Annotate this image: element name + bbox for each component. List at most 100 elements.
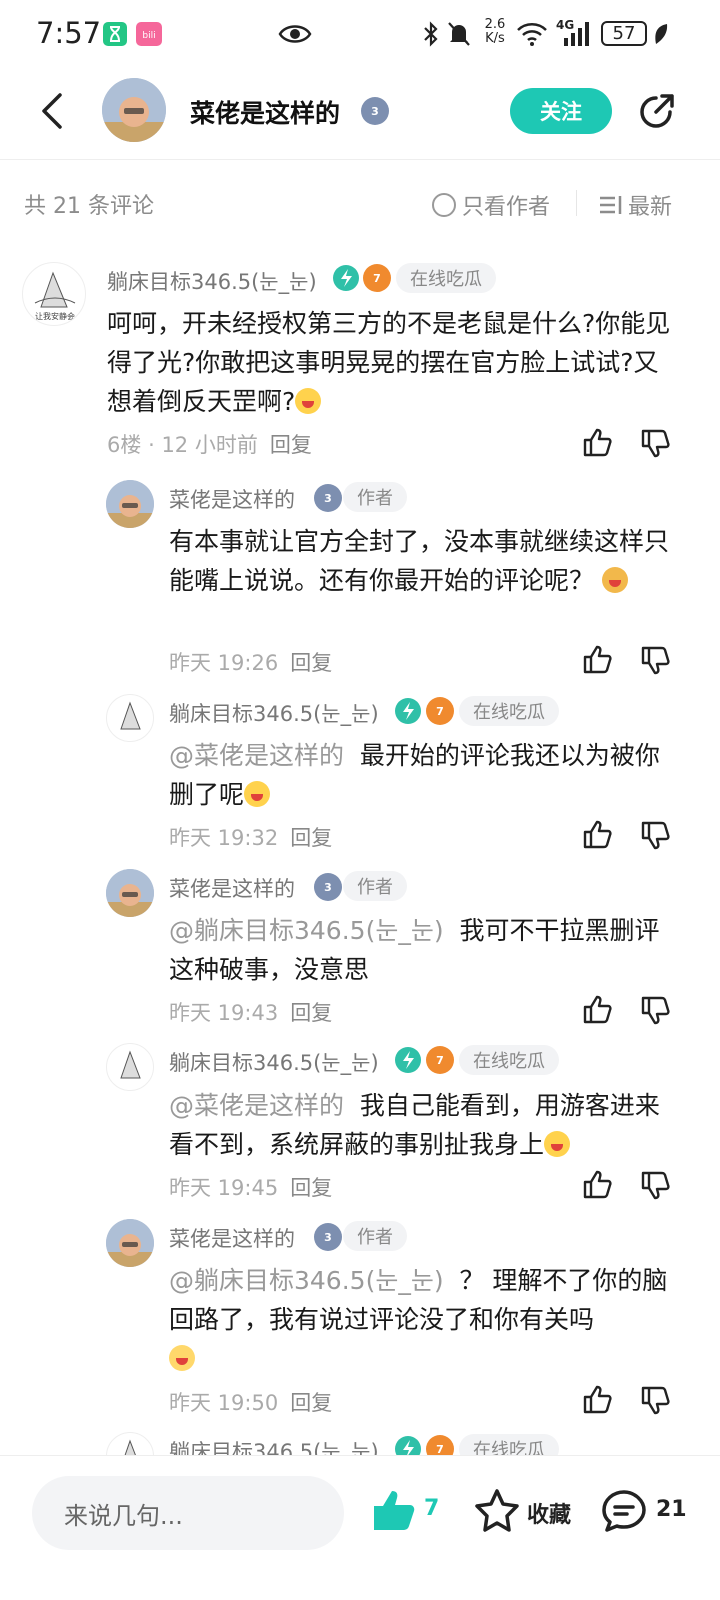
reply-avatar[interactable]: [106, 1219, 154, 1267]
leaf-icon: [655, 24, 668, 44]
like-icon[interactable]: [372, 1488, 418, 1532]
thumb-down-icon[interactable]: [640, 996, 672, 1026]
status-bar: 7:57 bili 2.6 K/s 4G 57: [0, 0, 720, 70]
status-time: 7:57: [36, 16, 102, 50]
bilibili-icon: bili: [136, 22, 162, 46]
reply-username[interactable]: 躺床目标346.5(눈_눈): [169, 1047, 379, 1077]
hourglass-icon: [103, 22, 127, 46]
level-badge: 7: [426, 1046, 454, 1074]
reply-meta: 昨天 19:45 回复: [169, 1176, 333, 1200]
level-badge: 7: [426, 697, 454, 725]
user-tag: 在线吃瓜: [459, 1045, 559, 1075]
lightning-badge-icon: [395, 1047, 421, 1073]
reply-button[interactable]: 回复: [290, 651, 332, 675]
user-tag: 在线吃瓜: [396, 263, 496, 293]
author-tag: 作者: [343, 871, 407, 901]
reply-text: @菜佬是这样的 最开始的评论我还以为被你删了呢: [169, 741, 660, 809]
bluetooth-icon: [424, 21, 438, 47]
reply-meta: 昨天 19:32 回复: [169, 826, 333, 850]
author-only-label: 只看作者: [462, 195, 551, 220]
comment-count-badge: 21: [656, 1497, 687, 1522]
author-tag: 作者: [343, 1221, 407, 1251]
mention-link[interactable]: @躺床目标346.5(눈_눈): [169, 916, 444, 945]
reply-text: 有本事就让官方全封了，没本事就继续这样只能嘴上说说。还有你最开始的评论呢？: [169, 527, 670, 595]
radio-icon: [432, 193, 456, 217]
favorite-label[interactable]: 收藏: [527, 1497, 571, 1529]
commenter-avatar[interactable]: 让我安静会: [22, 262, 86, 326]
sort-icon: [600, 196, 622, 214]
page-title: 菜佬是这样的: [190, 99, 341, 128]
reply-text: @菜佬是这样的 我自己能看到，用游客进来看不到，系统屏蔽的事别扯我身上: [169, 1091, 660, 1159]
thumb-down-icon[interactable]: [640, 429, 672, 459]
thumb-down-icon[interactable]: [640, 1386, 672, 1416]
star-icon[interactable]: [474, 1488, 520, 1532]
sort-label: 最新: [628, 195, 673, 220]
reply-button[interactable]: 回复: [290, 826, 332, 850]
sort-toggle[interactable]: 最新: [598, 189, 672, 221]
comment-text: 呵呵，开未经授权第三方的不是老鼠是什么?你能见得了光?你敢把这事明晃晃的摆在官方…: [107, 309, 671, 416]
thumb-up-icon[interactable]: [582, 994, 614, 1024]
level-badge: 3: [314, 873, 342, 901]
top-app-bar: 菜佬是这样的 3 关注: [0, 70, 720, 160]
level-badge: 7: [363, 264, 391, 292]
author-only-toggle[interactable]: 只看作者: [432, 189, 550, 221]
author-avatar[interactable]: [102, 78, 166, 142]
mention-link[interactable]: @菜佬是这样的: [169, 1091, 344, 1120]
thumb-up-icon[interactable]: [582, 1169, 614, 1199]
thumb-down-icon[interactable]: [640, 646, 672, 676]
comment-count: 共 21 条评论: [24, 194, 154, 219]
crying-emoji-icon: [169, 1345, 195, 1371]
reply-button[interactable]: 回复: [270, 433, 312, 457]
divider: [576, 190, 577, 216]
thumb-down-icon[interactable]: [640, 1171, 672, 1201]
share-icon[interactable]: [634, 90, 678, 134]
level-badge: 3: [314, 484, 342, 512]
eye-icon: [278, 25, 312, 43]
laughing-emoji-icon: [544, 1131, 571, 1157]
reply-button[interactable]: 回复: [290, 1391, 332, 1415]
reply-username[interactable]: 菜佬是这样的: [169, 873, 295, 903]
user-tag: 在线吃瓜: [459, 696, 559, 726]
reply-avatar[interactable]: [106, 694, 154, 742]
thumb-up-icon[interactable]: [582, 819, 614, 849]
lightning-badge-icon: [333, 265, 359, 291]
comment-input[interactable]: 来说几句...: [32, 1476, 344, 1550]
thumb-up-icon[interactable]: [582, 427, 614, 457]
comment-bubble-icon[interactable]: [600, 1488, 648, 1534]
level-badge: 3: [361, 97, 389, 125]
back-arrow-icon[interactable]: [38, 92, 66, 130]
rage-emoji-icon: [601, 567, 628, 593]
reply-username[interactable]: 菜佬是这样的: [169, 484, 295, 514]
thumb-up-icon[interactable]: [582, 644, 614, 674]
reply-meta: 昨天 19:50 回复: [169, 1391, 333, 1415]
battery-icon: 57: [601, 21, 647, 46]
thumb-down-icon[interactable]: [640, 821, 672, 851]
follow-button[interactable]: 关注: [510, 88, 612, 134]
laughing-emoji-icon: [295, 388, 322, 414]
signal-icon: [564, 22, 589, 46]
reply-text: @躺床目标346.5(눈_눈) 我可不干拉黑删评这种破事，没意思: [169, 916, 660, 984]
reply-username[interactable]: 菜佬是这样的: [169, 1223, 295, 1253]
mention-link[interactable]: @菜佬是这样的: [169, 741, 344, 770]
comment-username[interactable]: 躺床目标346.5(눈_눈): [107, 266, 317, 296]
avatar-caption: 让我安静会: [35, 312, 75, 321]
reply-username[interactable]: 躺床目标346.5(눈_눈): [169, 698, 379, 728]
wifi-icon: [517, 23, 547, 46]
mute-icon: [448, 22, 470, 46]
reply-avatar[interactable]: [106, 869, 154, 917]
reply-text: @躺床目标346.5(눈_눈) ？ 理解不了你的脑回路了，我有说过评论没了和你有…: [169, 1261, 669, 1378]
reply-avatar[interactable]: [106, 1043, 154, 1091]
net-speed: 2.6 K/s: [484, 17, 506, 46]
reply-meta: 昨天 19:43 回复: [169, 1001, 333, 1025]
bottom-action-bar: 来说几句... 7 收藏 21: [0, 1455, 720, 1600]
lightning-badge-icon: [395, 698, 421, 724]
reply-avatar[interactable]: [106, 480, 154, 528]
reply-button[interactable]: 回复: [290, 1001, 332, 1025]
reply-meta: 昨天 19:26 回复: [169, 651, 333, 675]
comment-meta: 6楼 · 12 小时前 回复: [107, 433, 312, 457]
mention-link[interactable]: @躺床目标346.5(눈_눈): [169, 1266, 444, 1295]
thumb-up-icon[interactable]: [582, 1384, 614, 1414]
reply-button[interactable]: 回复: [290, 1176, 332, 1200]
author-tag: 作者: [343, 482, 407, 512]
laughing-emoji-icon: [244, 781, 271, 807]
